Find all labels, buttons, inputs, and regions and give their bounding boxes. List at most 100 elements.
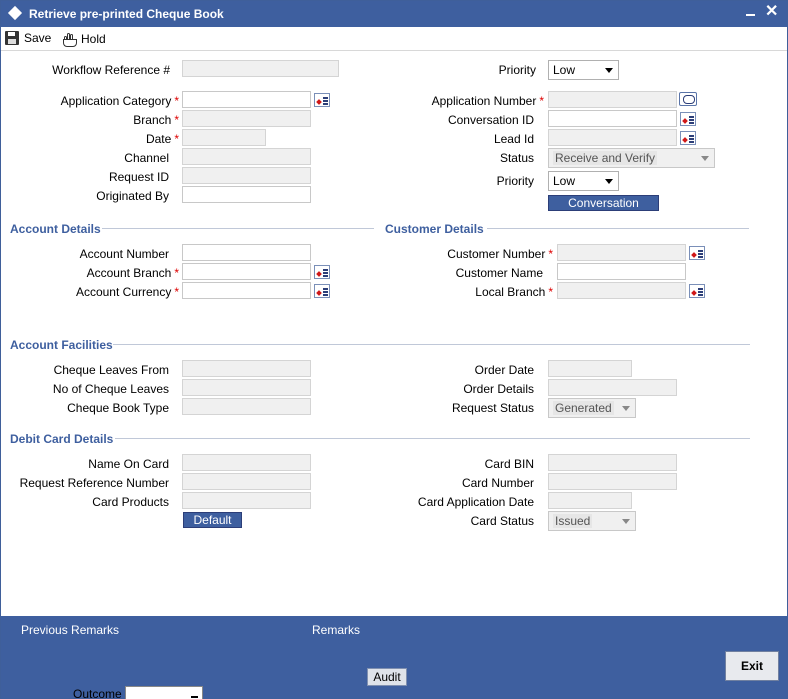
request-ref-field <box>182 473 311 490</box>
section-divider <box>487 228 749 229</box>
conversation-id-field[interactable] <box>548 110 677 127</box>
chevron-down-icon <box>701 156 709 161</box>
app-category-lov-icon[interactable] <box>314 93 330 107</box>
customer-number-lov-icon[interactable] <box>689 246 705 260</box>
toolbar: Save Hold <box>1 27 787 51</box>
priority2-value: Low <box>553 174 576 188</box>
app-category-field[interactable] <box>182 91 311 108</box>
chevron-down-icon <box>605 68 613 73</box>
lead-id-field <box>548 129 677 146</box>
status-value: Receive and Verify <box>553 151 658 165</box>
priority2-label: Priority <box>496 174 534 188</box>
customer-name-label: Customer Name <box>455 266 543 280</box>
minimize-icon[interactable] <box>746 14 755 16</box>
chevron-down-icon <box>622 519 630 524</box>
account-branch-label: Account Branch * <box>86 266 179 280</box>
card-bin-label: Card BIN <box>484 457 534 471</box>
order-details-field <box>548 379 677 396</box>
no-cheque-leaves-label: No of Cheque Leaves <box>52 382 169 396</box>
card-status-select[interactable]: Issued <box>548 511 636 531</box>
lead-id-label: Lead Id <box>493 132 534 146</box>
branch-field <box>182 110 311 127</box>
save-icon <box>5 31 19 45</box>
close-icon[interactable]: ✕ <box>765 3 778 21</box>
request-id-field <box>182 167 311 184</box>
hold-label: Hold <box>81 32 106 46</box>
priority-value: Low <box>553 63 576 77</box>
request-ref-label: Request Reference Number <box>19 476 169 490</box>
workflow-ref-label: Workflow Reference # <box>52 63 170 77</box>
customer-details-title: Customer Details <box>385 222 484 236</box>
cheque-leaves-from-field <box>182 360 311 377</box>
save-label: Save <box>24 31 52 45</box>
status-select[interactable]: Receive and Verify <box>548 148 715 168</box>
account-currency-lov-icon[interactable] <box>314 284 330 298</box>
conversation-id-lov-icon[interactable] <box>680 112 696 126</box>
account-number-field[interactable] <box>182 244 311 261</box>
card-status-label: Card Status <box>470 514 534 528</box>
account-details-title: Account Details <box>10 222 101 236</box>
refresh-icon[interactable] <box>679 92 697 106</box>
audit-button[interactable]: Audit <box>367 668 407 686</box>
card-products-field <box>182 492 311 509</box>
app-icon <box>7 5 23 21</box>
window-title: Retrieve pre-printed Cheque Book <box>29 7 224 21</box>
channel-field <box>182 148 311 165</box>
default-button[interactable]: Default <box>183 512 242 528</box>
lead-id-lov-icon[interactable] <box>680 131 696 145</box>
conversation-button[interactable]: Conversation <box>548 195 659 211</box>
chevron-down-icon <box>622 406 630 411</box>
remarks-link[interactable]: Remarks <box>312 623 360 637</box>
request-status-select[interactable]: Generated <box>548 398 636 418</box>
debit-card-title: Debit Card Details <box>10 432 114 446</box>
title-bar: Retrieve pre-printed Cheque Book ✕ <box>1 1 787 27</box>
account-facilities-title: Account Facilities <box>10 338 113 352</box>
channel-label: Channel <box>124 151 169 165</box>
cheque-leaves-from-label: Cheque Leaves From <box>53 363 169 377</box>
cheque-book-type-label: Cheque Book Type <box>67 401 169 415</box>
local-branch-lov-icon[interactable] <box>689 284 705 298</box>
order-details-label: Order Details <box>463 382 534 396</box>
section-divider <box>115 438 750 439</box>
request-status-label: Request Status <box>451 401 534 415</box>
chevron-down-icon <box>605 179 613 184</box>
account-branch-field[interactable] <box>182 263 311 280</box>
exit-button[interactable]: Exit <box>725 651 779 681</box>
window: Retrieve pre-printed Cheque Book ✕ Save … <box>0 0 788 699</box>
request-id-label: Request ID <box>108 170 169 184</box>
priority-label: Priority <box>498 63 536 77</box>
originated-by-field[interactable] <box>182 186 311 203</box>
section-divider <box>102 228 374 229</box>
card-number-field <box>548 473 677 490</box>
outcome-select[interactable] <box>125 686 203 699</box>
request-status-value: Generated <box>553 401 614 415</box>
priority-select[interactable]: Low <box>548 60 619 80</box>
account-number-label: Account Number <box>79 247 169 261</box>
conversation-id-label: Conversation ID <box>447 113 534 127</box>
customer-number-label: Customer Number * <box>447 247 553 261</box>
hold-button[interactable]: Hold <box>62 31 106 47</box>
account-currency-label: Account Currency * <box>75 285 179 299</box>
save-button[interactable]: Save <box>5 31 51 45</box>
workflow-ref-field <box>182 60 339 77</box>
local-branch-label: Local Branch * <box>475 285 553 299</box>
originated-by-label: Originated By <box>96 189 169 203</box>
app-number-label: Application Number * <box>431 94 544 108</box>
account-branch-lov-icon[interactable] <box>314 265 330 279</box>
customer-name-field[interactable] <box>557 263 686 280</box>
order-date-field <box>548 360 632 377</box>
date-label: Date * <box>145 132 179 146</box>
customer-number-field <box>557 244 686 261</box>
previous-remarks-link[interactable]: Previous Remarks <box>21 623 119 637</box>
order-date-label: Order Date <box>474 363 534 377</box>
local-branch-field <box>557 282 686 299</box>
card-app-date-label: Card Application Date <box>417 495 534 509</box>
app-number-field <box>548 91 677 108</box>
branch-label: Branch * <box>133 113 179 127</box>
card-number-label: Card Number <box>461 476 534 490</box>
name-on-card-field <box>182 454 311 471</box>
card-status-value: Issued <box>553 514 593 528</box>
no-cheque-leaves-field <box>182 379 311 396</box>
account-currency-field[interactable] <box>182 282 311 299</box>
priority2-select[interactable]: Low <box>548 171 619 191</box>
